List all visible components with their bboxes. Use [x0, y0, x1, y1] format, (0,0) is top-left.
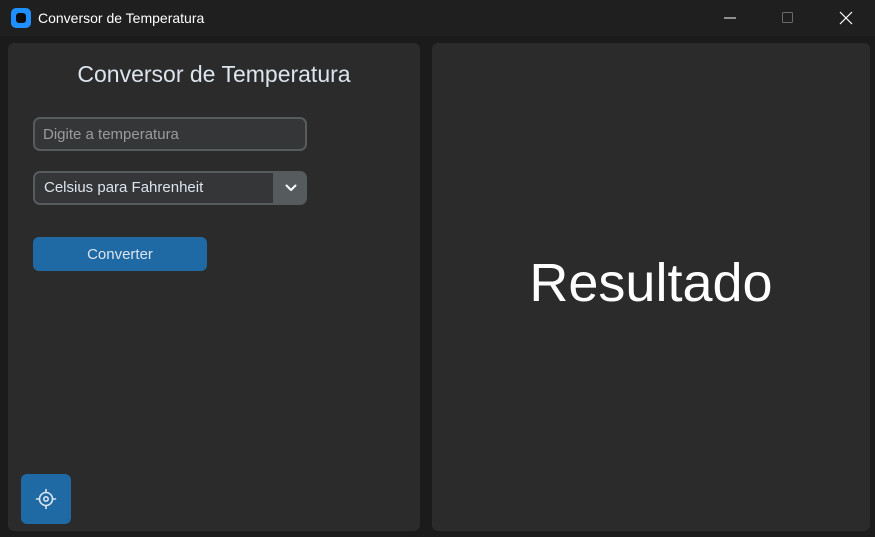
dropdown-arrow-button[interactable]	[275, 171, 307, 205]
minimize-button[interactable]	[701, 0, 759, 36]
result-label: Resultado	[529, 253, 773, 313]
app-icon	[11, 8, 31, 28]
result-panel: Resultado	[432, 43, 870, 531]
maximize-button[interactable]	[759, 0, 817, 36]
convert-button[interactable]: Converter	[33, 237, 207, 271]
minimize-icon	[724, 17, 736, 19]
temperature-input[interactable]	[33, 117, 307, 151]
gear-icon	[35, 488, 57, 510]
conversion-select[interactable]: Celsius para Fahrenheit	[33, 171, 307, 205]
panel-title: Conversor de Temperatura	[77, 61, 351, 87]
chevron-down-icon	[285, 184, 297, 191]
title-bar: Conversor de Temperatura	[0, 0, 875, 36]
conversion-select-value: Celsius para Fahrenheit	[44, 179, 204, 196]
window-title: Conversor de Temperatura	[38, 10, 205, 26]
settings-button[interactable]	[21, 474, 71, 524]
close-button[interactable]	[817, 0, 875, 36]
close-icon	[839, 11, 853, 25]
maximize-icon	[782, 12, 793, 23]
app-window: Conversor de Temperatura Conversor de Te…	[0, 0, 875, 537]
converter-panel: Conversor de Temperatura Celsius para Fa…	[8, 43, 420, 531]
